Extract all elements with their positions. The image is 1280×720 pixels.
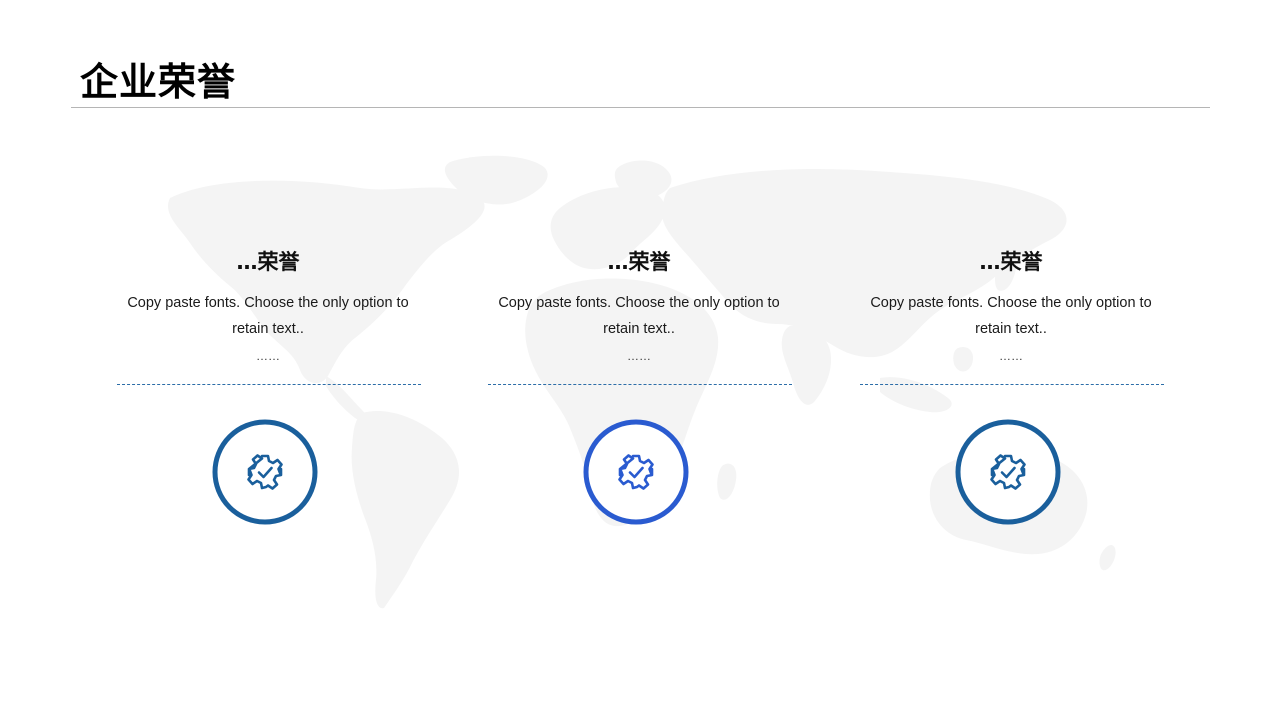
honor-card-title: …荣誉 bbox=[979, 250, 1043, 274]
page-title: 企业荣誉 bbox=[80, 60, 237, 104]
title-divider bbox=[71, 107, 1210, 108]
gear-check-icon bbox=[247, 454, 283, 490]
honor-card-2: …荣誉 Copy paste fonts. Choose the only op… bbox=[484, 246, 794, 536]
honor-badge bbox=[954, 418, 1062, 526]
honor-card-title: …荣誉 bbox=[607, 250, 671, 274]
honor-card-ellipsis: …… bbox=[256, 349, 280, 363]
gear-check-icon bbox=[990, 454, 1026, 490]
honor-card-3: …荣誉 Copy paste fonts. Choose the only op… bbox=[856, 246, 1166, 536]
honor-badge bbox=[582, 418, 690, 526]
honor-card-ellipsis: …… bbox=[999, 349, 1023, 363]
honor-card-title: …荣誉 bbox=[236, 250, 300, 274]
dashed-divider bbox=[117, 384, 421, 385]
honor-card-1: …荣誉 Copy paste fonts. Choose the only op… bbox=[113, 246, 423, 536]
honor-card-description: Copy paste fonts. Choose the only option… bbox=[498, 295, 780, 337]
gear-check-icon bbox=[618, 454, 654, 490]
dashed-divider bbox=[860, 384, 1164, 385]
honor-card-ellipsis: …… bbox=[627, 349, 651, 363]
honor-card-description: Copy paste fonts. Choose the only option… bbox=[870, 295, 1152, 337]
honor-card-description: Copy paste fonts. Choose the only option… bbox=[127, 295, 409, 337]
honor-badge bbox=[211, 418, 319, 526]
dashed-divider bbox=[488, 384, 792, 385]
